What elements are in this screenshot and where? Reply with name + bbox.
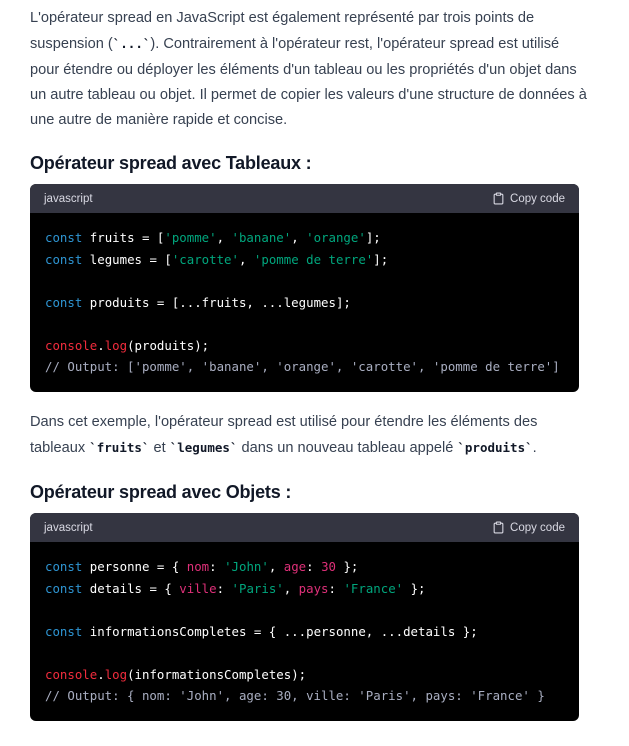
code-line: console.log(informationsCompletes);: [45, 664, 564, 686]
text-span: suspension (: [30, 36, 113, 53]
code-string: 'pomme de terre': [253, 251, 374, 267]
text-span: .: [532, 440, 537, 457]
explanation-line: tableaux `fruits` et `legumes` dans un n…: [30, 435, 590, 461]
code-text: ];: [373, 251, 389, 267]
code-keyword: const: [45, 559, 83, 574]
code-property: nom: [186, 559, 210, 574]
intro-line: suspension (`...`). Contrairement à l'op…: [30, 31, 590, 57]
code-text: fruits = [: [82, 230, 165, 245]
code-text: ,: [268, 559, 284, 574]
code-property: ville: [179, 580, 217, 596]
code-property: pays: [298, 580, 329, 596]
code-text: .: [97, 666, 105, 682]
section-heading-tableaux: Opérateur spread avec Tableaux :: [30, 153, 312, 173]
code-object: console: [45, 337, 98, 353]
code-comment: // Output: ['pomme', 'banane', 'orange',…: [45, 359, 560, 374]
code-language-label: javascript: [44, 521, 93, 534]
code-text: ,: [283, 580, 299, 596]
inline-code: `legumes`: [169, 440, 238, 456]
code-block-header: javascript Copy code: [30, 184, 579, 213]
intro-line: une autre de manière rapide et concise.: [30, 112, 288, 129]
code-text: ];: [365, 230, 381, 245]
code-content: const personne = { nom: 'John', age: 30 …: [30, 542, 579, 721]
intro-paragraph: L'opérateur spread en JavaScript est éga…: [30, 6, 590, 133]
code-text: personne = {: [82, 559, 187, 574]
inline-code: `fruits`: [89, 440, 150, 456]
code-text: :: [209, 559, 225, 574]
intro-line: L'opérateur spread en JavaScript est éga…: [30, 10, 535, 26]
explanation-line: Dans cet exemple, l'opérateur spread est…: [30, 414, 538, 430]
clipboard-icon: [493, 521, 504, 534]
code-content: const fruits = ['pomme', 'banane', 'oran…: [30, 213, 579, 392]
code-line: const legumes = ['carotte', 'pomme de te…: [45, 249, 564, 271]
copy-code-button[interactable]: Copy code: [492, 521, 565, 534]
code-method: log: [104, 337, 128, 353]
code-text: (informationsCompletes);: [127, 666, 307, 682]
code-text: details = {: [82, 580, 180, 596]
code-object: console: [45, 666, 98, 682]
code-string: 'carotte': [171, 251, 239, 267]
code-text: ,: [238, 251, 254, 267]
explanation-paragraph: Dans cet exemple, l'opérateur spread est…: [30, 410, 590, 462]
intro-line: pour étendre ou déployer les éléments d'…: [30, 61, 577, 78]
code-text: };: [335, 559, 359, 574]
copy-code-label: Copy code: [510, 192, 565, 205]
code-text: (produits);: [127, 337, 210, 353]
code-line: const personne = { nom: 'John', age: 30 …: [45, 556, 564, 578]
code-text: .: [97, 337, 105, 353]
code-keyword: const: [45, 294, 83, 310]
code-keyword: const: [45, 580, 83, 596]
code-string: 'pomme': [164, 230, 217, 245]
chat-message: L'opérateur spread en JavaScript est éga…: [0, 0, 629, 746]
code-block-tableaux: javascript Copy code const fruits = ['po…: [30, 184, 579, 392]
code-text: };: [403, 580, 426, 596]
code-keyword: const: [45, 251, 83, 267]
code-keyword: const: [45, 623, 83, 639]
code-text: :: [328, 580, 344, 596]
code-string: 'banane': [231, 230, 292, 245]
code-line: const informationsCompletes = { ...perso…: [45, 621, 564, 643]
code-line: console.log(produits);: [45, 335, 564, 357]
code-keyword: const: [45, 230, 83, 245]
code-line: const fruits = ['pomme', 'banane', 'oran…: [45, 227, 564, 249]
code-block-header: javascript Copy code: [30, 513, 579, 542]
code-line: const details = { ville: 'Paris', pays: …: [45, 578, 564, 600]
text-span: tableaux: [30, 440, 90, 457]
code-language-label: javascript: [44, 192, 93, 205]
intro-line: un autre tableau ou objet. Il permet de …: [30, 86, 587, 103]
code-text: produits = [...fruits, ...legumes];: [82, 294, 351, 310]
section-heading-objets: Opérateur spread avec Objets :: [30, 482, 292, 502]
code-comment: // Output: { nom: 'John', age: 30, ville…: [45, 688, 545, 703]
copy-code-label: Copy code: [510, 521, 565, 534]
code-line: // Output: ['pomme', 'banane', 'orange',…: [45, 356, 564, 378]
code-string: 'orange': [306, 230, 366, 245]
code-text: ,: [216, 230, 232, 245]
code-line: const produits = [...fruits, ...legumes]…: [45, 292, 564, 314]
clipboard-icon: [493, 192, 504, 205]
code-string: 'France': [343, 580, 404, 596]
code-string: 'John': [224, 559, 269, 574]
code-text: ,: [291, 230, 307, 245]
code-block-objets: javascript Copy code const personne = { …: [30, 513, 579, 721]
code-text: :: [306, 559, 322, 574]
inline-code: `...`: [112, 36, 151, 52]
text-span: dans un nouveau tableau appelé: [237, 440, 458, 457]
inline-code: `produits`: [457, 440, 533, 456]
code-text: :: [216, 580, 232, 596]
code-text: informationsCompletes = { ...personne, .…: [82, 623, 478, 639]
code-method: log: [104, 666, 128, 682]
code-property: age: [283, 559, 307, 574]
code-text: legumes = [: [82, 251, 172, 267]
code-line: // Output: { nom: 'John', age: 30, ville…: [45, 685, 564, 707]
text-span: et: [149, 440, 170, 457]
text-span: ). Contrairement à l'opérateur rest, l'o…: [150, 36, 560, 53]
code-string: 'Paris': [231, 580, 284, 596]
code-number: 30: [321, 559, 336, 574]
copy-code-button[interactable]: Copy code: [492, 192, 565, 205]
